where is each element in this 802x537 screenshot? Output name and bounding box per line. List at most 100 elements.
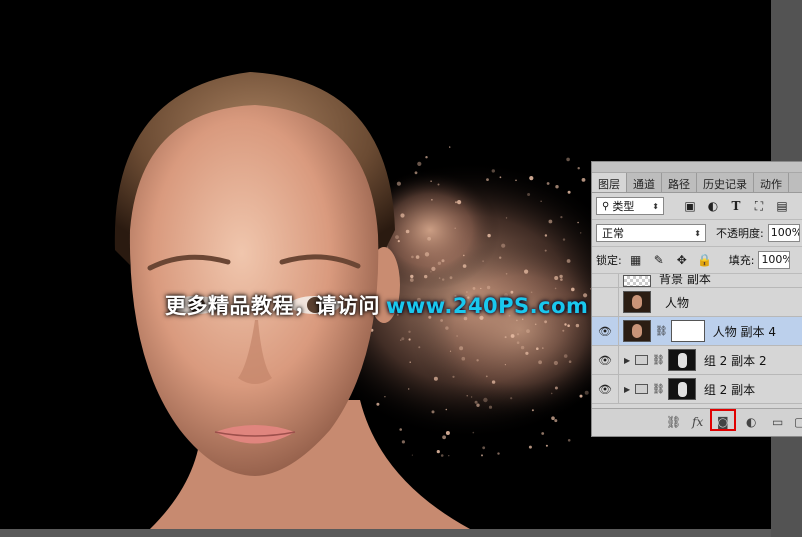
layer-row[interactable]: 👁 ▶ ⛓ 组 2 副本 2 [592, 346, 802, 375]
type-filter-icon[interactable]: T [728, 199, 744, 213]
filter-row: ⚲ 类型 ⬍ ▣ ◐ T ⛶ ▤ [592, 193, 802, 220]
new-layer-icon[interactable]: ▢ [794, 415, 802, 429]
dust-speck [545, 444, 548, 447]
dust-speck [442, 278, 445, 281]
filter-type-value: 类型 [612, 200, 635, 213]
smart-object-filter-icon[interactable]: ▤ [774, 199, 790, 213]
dust-speck [456, 335, 458, 337]
search-icon: ⚲ [602, 200, 610, 212]
chain-link-icon[interactable]: ⛓ [655, 326, 668, 337]
dust-speck [472, 431, 475, 434]
eye-icon[interactable]: 👁 [592, 317, 619, 345]
layer-row[interactable]: 👁 ▶ ⛓ 组 2 副本 [592, 375, 802, 404]
opacity-input[interactable]: 100% [767, 224, 800, 242]
dust-speck [396, 181, 401, 186]
dust-speck [411, 255, 414, 259]
dust-speck [459, 346, 464, 351]
layer-row[interactable]: 人物 [592, 288, 802, 317]
dust-speck [455, 201, 457, 204]
lock-brush-icon[interactable]: ✎ [651, 253, 667, 267]
dust-speck [401, 440, 405, 444]
folder-icon [635, 384, 649, 394]
dust-speck [438, 277, 441, 279]
link-layers-icon[interactable]: ⛓ [666, 415, 681, 429]
blend-mode-select[interactable]: 正常 ⬍ [596, 224, 706, 242]
layer-row-selected[interactable]: 👁 ⛓ 人物 副本 4 [592, 317, 802, 346]
layer-mask-thumbnail[interactable] [670, 320, 705, 342]
dust-speck [559, 274, 563, 279]
layer-row[interactable]: 背景 副本 [592, 274, 802, 288]
dust-speck [550, 392, 553, 395]
adjustment-filter-icon[interactable]: ◐ [705, 199, 721, 213]
lock-transparent-icon[interactable]: ▦ [628, 253, 644, 267]
watermark-text: 更多精品教程，请访问 [165, 294, 380, 318]
tab-history[interactable]: 历史记录 [697, 173, 754, 192]
image-filter-icon[interactable]: ▣ [682, 199, 698, 213]
visibility-toggle-empty[interactable] [592, 288, 619, 316]
dust-speck [400, 213, 405, 218]
dust-speck [577, 167, 580, 170]
tab-channels[interactable]: 通道 [627, 173, 662, 192]
dust-speck [505, 273, 508, 275]
expand-triangle-icon[interactable]: ▶ [624, 385, 630, 394]
dust-speck [463, 254, 465, 257]
layer-name: 人物 [665, 295, 690, 310]
dust-speck [452, 375, 455, 378]
dust-speck [504, 336, 507, 339]
dust-speck [540, 200, 542, 202]
dust-speck [567, 439, 571, 442]
dust-speck [499, 256, 502, 259]
dust-speck [486, 178, 489, 182]
dust-speck [516, 333, 520, 336]
dust-speck [528, 445, 532, 449]
dust-speck [548, 219, 553, 224]
shape-filter-icon[interactable]: ⛶ [751, 199, 767, 214]
dust-speck [555, 185, 559, 189]
dust-speck [483, 397, 488, 403]
blend-mode-value: 正常 [602, 227, 624, 240]
lock-position-icon[interactable]: ✥ [674, 253, 690, 267]
dust-speck [424, 274, 428, 279]
canvas-scroll-area [0, 529, 771, 537]
layers-panel: 图层 通道 路径 历史记录 动作 ⚲ 类型 ⬍ ▣ ◐ T ⛶ ▤ 正常 ⬍ 不… [591, 161, 802, 437]
dust-speck [409, 278, 414, 282]
dust-speck [486, 285, 491, 290]
visibility-toggle-empty[interactable] [592, 274, 619, 287]
layer-thumbnail [623, 275, 651, 287]
add-mask-icon[interactable]: ◙ [717, 415, 729, 429]
expand-triangle-icon[interactable]: ▶ [624, 356, 630, 365]
tab-layers[interactable]: 图层 [592, 173, 627, 192]
dust-speck [448, 455, 450, 457]
eye-icon[interactable]: 👁 [592, 346, 619, 374]
layer-name: 组 2 副本 2 [703, 353, 767, 368]
tab-paths[interactable]: 路径 [662, 173, 697, 192]
dust-speck [562, 329, 565, 332]
blend-row: 正常 ⬍ 不透明度: 100% [592, 220, 802, 247]
chain-link-icon[interactable]: ⛓ [652, 384, 665, 395]
dust-speck [480, 287, 482, 290]
fx-icon[interactable]: fx [692, 415, 703, 429]
dust-speck [441, 259, 445, 263]
eye-icon[interactable]: 👁 [592, 375, 619, 403]
tab-actions[interactable]: 动作 [754, 173, 789, 192]
dust-speck [397, 240, 400, 243]
filter-type-select[interactable]: ⚲ 类型 ⬍ [596, 197, 664, 215]
new-group-icon[interactable]: ▭ [772, 415, 783, 429]
adjustment-layer-icon[interactable]: ◐ [746, 415, 756, 429]
layer-mask-thumbnail[interactable] [667, 378, 696, 400]
layer-name: 背景 副本 [659, 274, 711, 286]
dust-speck [568, 360, 572, 364]
lock-all-icon[interactable]: 🔒 [697, 253, 713, 267]
dust-speck [488, 405, 493, 409]
layer-mask-thumbnail[interactable] [667, 349, 696, 371]
dust-speck [487, 233, 491, 238]
dust-speck [400, 339, 402, 341]
fill-input[interactable]: 100% [758, 251, 791, 269]
panel-drag-bar[interactable] [592, 162, 802, 173]
dust-speck [525, 351, 529, 355]
folder-icon [635, 355, 649, 365]
chevron-updown-icon: ⬍ [694, 228, 701, 238]
chain-link-icon[interactable]: ⛓ [652, 355, 665, 366]
dust-speck [401, 337, 405, 341]
photoshop-window: 更多精品教程，请访问 www.240PS.com 图层 通道 路径 历史记录 动作… [0, 0, 802, 537]
